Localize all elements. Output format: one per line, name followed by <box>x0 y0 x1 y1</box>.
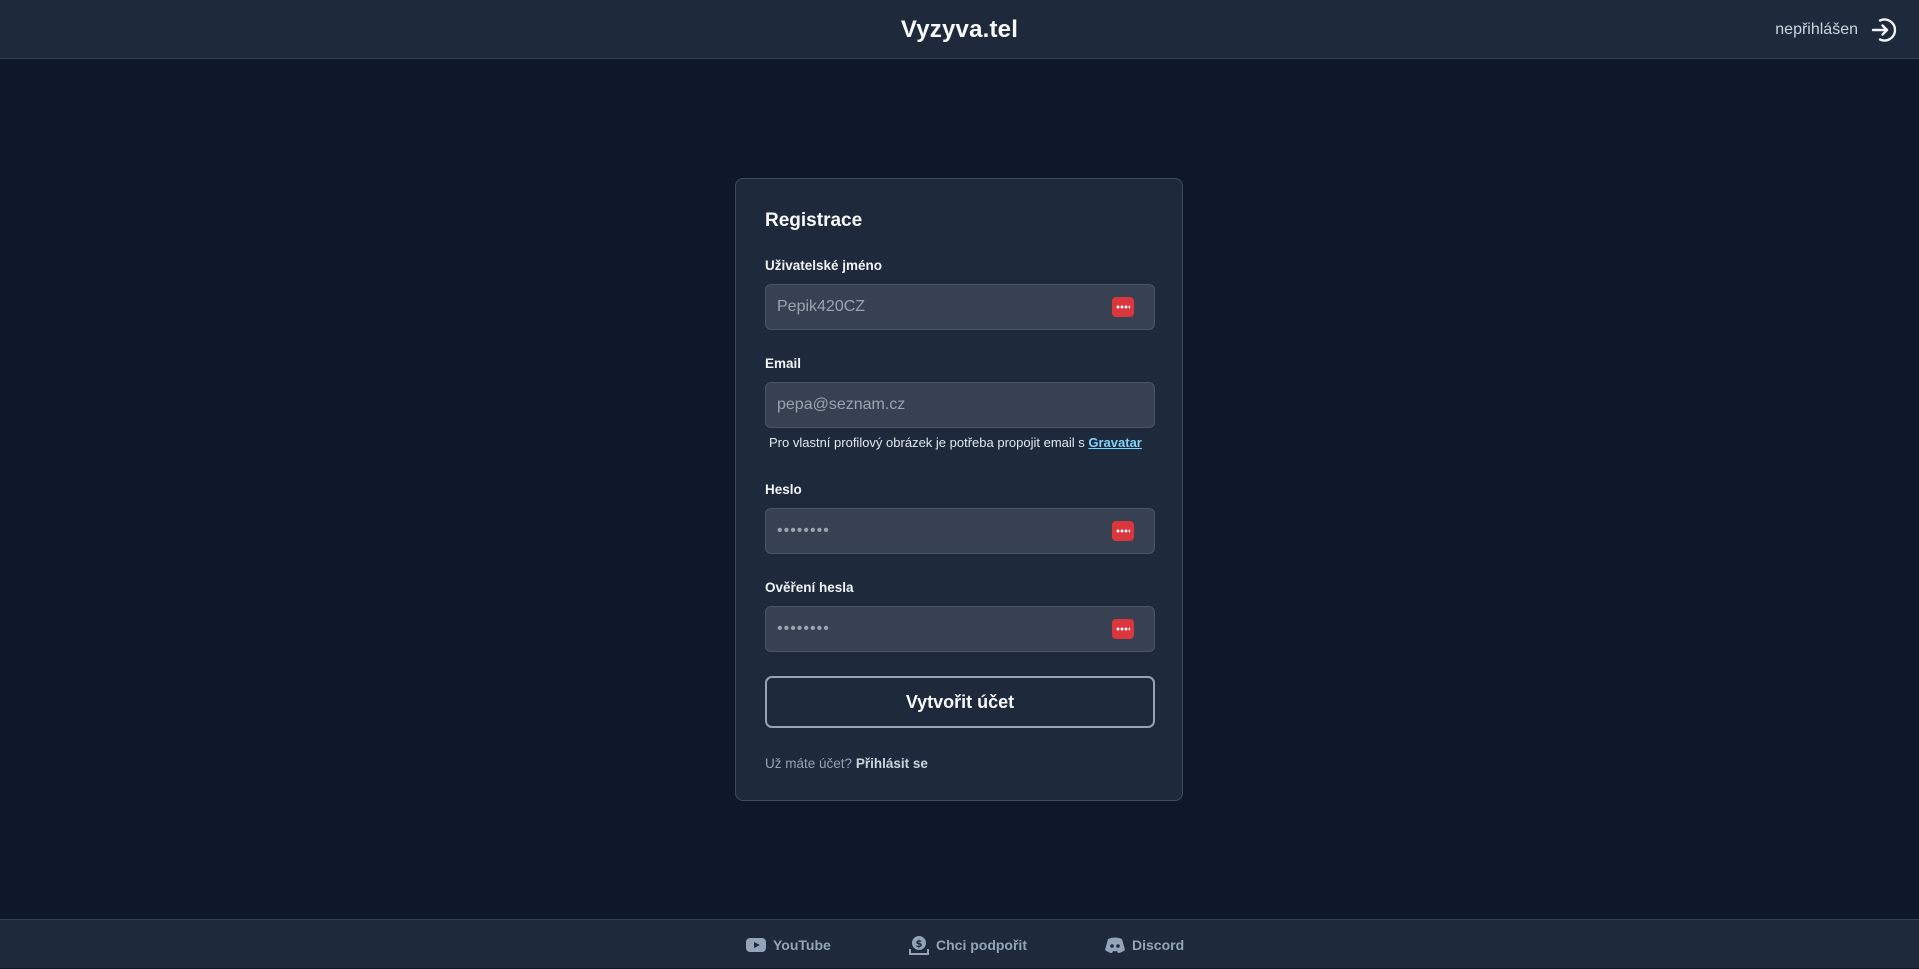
login-status-button[interactable]: nepřihlášen <box>1775 0 1898 59</box>
username-placeholder: Pepik420CZ <box>777 298 866 315</box>
footer-link-label: YouTube <box>773 936 831 953</box>
username-label: Uživatelské jméno <box>765 258 883 273</box>
email-label: Email <box>765 356 802 371</box>
password-manager-icon[interactable] <box>1112 521 1134 541</box>
footer-link-discord[interactable]: Discord <box>1104 920 1184 969</box>
footer-link-label: Chci podpořit <box>936 936 1027 953</box>
login-icon <box>1871 17 1897 42</box>
login-prompt-text: Už máte účet? <box>765 756 853 771</box>
email-placeholder: pepa@seznam.cz <box>777 396 906 413</box>
footer-link-youtube[interactable]: YouTube <box>745 920 831 969</box>
login-link[interactable]: Přihlásit se <box>856 756 928 771</box>
youtube-icon <box>746 937 766 952</box>
login-prompt: Už máte účet? Přihlásit se <box>765 756 928 771</box>
gravatar-link[interactable]: Gravatar <box>1088 435 1141 450</box>
svg-text:$: $ <box>916 939 923 950</box>
password-confirm-input[interactable]: •••••••• <box>765 606 1155 652</box>
top-bar: Vyzyva.tel nepřihlášen <box>0 0 1919 59</box>
create-account-button[interactable]: Vytvořit účet <box>765 676 1155 728</box>
email-input[interactable]: pepa@seznam.cz <box>765 382 1155 428</box>
password-label: Heslo <box>765 482 802 497</box>
password-manager-icon[interactable] <box>1112 619 1134 639</box>
login-status-label: nepřihlášen <box>1775 20 1858 38</box>
password-placeholder: •••••••• <box>777 522 830 539</box>
password-manager-icon[interactable] <box>1112 297 1134 317</box>
discord-icon <box>1105 937 1125 953</box>
email-hint-text: Pro vlastní profilový obrázek je potřeba… <box>769 435 1085 450</box>
password-confirm-label: Ověření hesla <box>765 580 854 595</box>
donate-icon: $ <box>909 935 929 955</box>
password-input[interactable]: •••••••• <box>765 508 1155 554</box>
footer: YouTube $ Chci podpořit Discord <box>0 919 1919 968</box>
footer-link-donate[interactable]: $ Chci podpořit <box>908 920 1027 969</box>
username-input[interactable]: Pepik420CZ <box>765 284 1155 330</box>
registration-card: Registrace Uživatelské jméno Pepik420CZ … <box>735 178 1183 801</box>
footer-link-label: Discord <box>1132 936 1185 953</box>
site-brand[interactable]: Vyzyva.tel <box>0 0 1919 59</box>
email-hint: Pro vlastní profilový obrázek je potřeba… <box>769 435 1142 450</box>
form-title: Registrace <box>765 210 863 231</box>
password-confirm-placeholder: •••••••• <box>777 620 830 637</box>
